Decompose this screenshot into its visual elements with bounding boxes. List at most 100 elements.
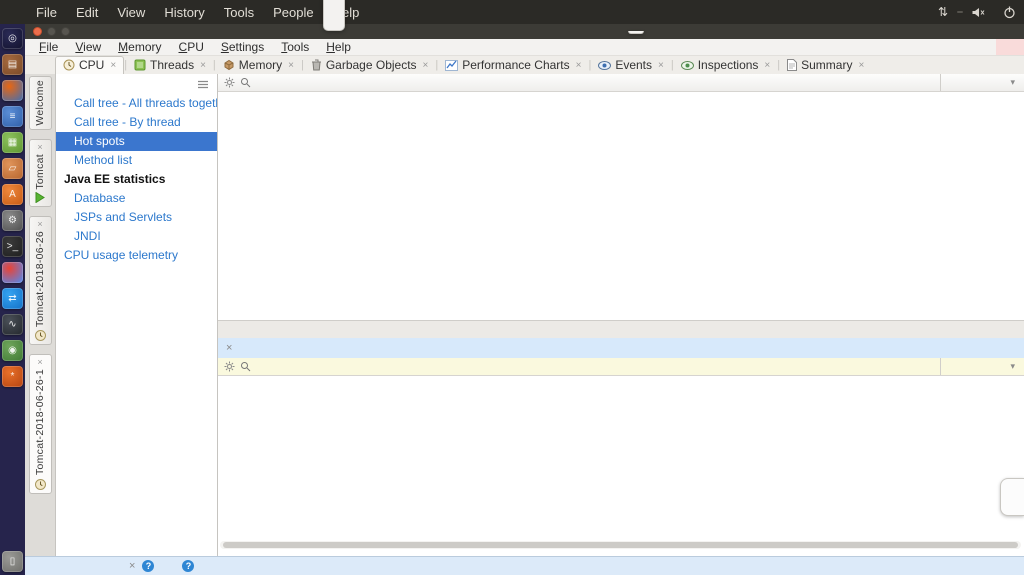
time-column-header[interactable]: ▾ [940,358,1024,375]
launcher-software-center-icon[interactable]: A [2,184,23,205]
tab-close-icon[interactable]: × [423,60,429,71]
desktop-menu-edit[interactable]: Edit [76,5,98,20]
tab-close-icon[interactable]: × [37,220,42,229]
sidebar: Call tree - All threads together Call tre… [56,74,218,556]
launcher-system-settings-icon[interactable]: ⚙ [2,210,23,231]
menu-settings[interactable]: Settings [221,40,264,54]
filter-gear-icon[interactable] [224,361,235,372]
launcher-libreoffice-calc-icon[interactable]: ▦ [2,132,23,153]
sidebar-item-database[interactable]: Database [56,189,217,208]
desktop-menu-tools[interactable]: Tools [224,5,254,20]
tab-label: Summary [801,58,853,72]
tab-performance-charts[interactable]: Performance Charts × [438,57,588,74]
menu-memory[interactable]: Memory [118,40,161,54]
yourkit-window: File View Memory CPU Settings Tools Help CPU × |… [25,24,1024,575]
window-close-button[interactable] [33,27,42,36]
hamburger-menu-icon[interactable] [197,80,209,89]
launcher-screenshot-tool-icon[interactable]: ◉ [2,340,23,361]
tab-label: Performance Charts [462,58,570,72]
menu-view[interactable]: View [75,40,101,54]
teamviewer-toolbar [323,0,345,31]
sidebar-items: Call tree - All threads together Call tre… [56,94,217,265]
session-tab-strip: Welcome × Tomcat × Tomcat-2018-06-26 × Tomcat-… [25,74,56,556]
launcher-terminal-icon[interactable]: >_ [2,236,23,257]
session-tab-tomcat[interactable]: × Tomcat [28,138,52,208]
tab-events[interactable]: Events × [591,57,671,74]
scrollbar-thumb[interactable] [223,542,1018,548]
tab-threads[interactable]: Threads × [127,57,213,74]
launcher-trash-icon[interactable]: ▯ [2,551,23,572]
session-tab-label: Tomcat-2018-06-26 [34,231,46,328]
eye-blue-tab-icon [598,60,612,70]
launcher-libreoffice-impress-icon[interactable]: ▱ [2,158,23,179]
power-icon[interactable] [1003,6,1016,19]
tab-close-icon[interactable]: × [576,60,582,71]
window-maximize-button[interactable] [61,27,70,36]
desktop-menu-history[interactable]: History [164,5,204,20]
sidebar-item-cpu-usage-telemetry[interactable]: CPU usage telemetry [56,246,217,265]
search-icon[interactable] [240,77,251,88]
tab-close-icon[interactable]: × [37,142,42,151]
teamviewer-dock[interactable] [1000,478,1024,516]
sort-desc-icon: ▾ [1010,77,1015,87]
tab-close-icon[interactable]: × [858,60,864,71]
menu-cpu[interactable]: CPU [179,40,204,54]
sidebar-item-jsps-and-servlets[interactable]: JSPs and Servlets [56,208,217,227]
launcher-dash-icon[interactable]: ◎ [2,28,23,49]
desktop-topbar: File Edit View History Tools People Help ⇅ [0,0,1024,24]
time-column-header[interactable]: ▾ [940,74,1024,91]
info-close-icon[interactable]: × [226,342,232,354]
tab-close-icon[interactable]: × [288,60,294,71]
desktop-menu-view[interactable]: View [117,5,145,20]
status-close-icon[interactable]: × [129,560,135,572]
sidebar-item-jndi[interactable]: JNDI [56,227,217,246]
tab-close-icon[interactable]: × [37,358,42,367]
tab-close-icon[interactable]: × [200,60,206,71]
speaker-muted-icon[interactable] [972,7,985,18]
desktop-menu-file[interactable]: File [36,5,57,20]
window-minimize-button[interactable] [47,27,56,36]
tab-garbage-objects[interactable]: Garbage Objects × [304,57,436,74]
session-tab-tomcat-2018-06-26[interactable]: × Tomcat-2018-06-26 [28,216,52,346]
session-tab-welcome[interactable]: Welcome [28,76,52,130]
tab-close-icon[interactable]: × [658,60,664,71]
content: Welcome × Tomcat × Tomcat-2018-06-26 × Tomcat-… [25,74,1024,556]
sidebar-item-call-tree-by-thread[interactable]: Call tree - By thread [56,113,217,132]
backtraces-rows [218,376,1024,556]
session-tab-tomcat-2018-06-26-1[interactable]: × Tomcat-2018-06-26-1 [28,354,52,494]
launcher-chromium-icon[interactable] [2,262,23,283]
sidebar-item-call-tree-all-threads-together[interactable]: Call tree - All threads together [56,94,217,113]
sidebar-item-hot-spots[interactable]: Hot spots [56,132,217,151]
app-menubar: File View Memory CPU Settings Tools Help [25,39,1024,56]
tab-label: Events [615,58,653,72]
menu-file[interactable]: File [39,40,58,54]
tab-summary[interactable]: Summary × [780,57,871,74]
tab-memory[interactable]: Memory × [216,57,301,74]
search-icon[interactable] [240,361,251,372]
tab-close-icon[interactable]: × [764,60,770,71]
filter-gear-icon[interactable] [224,77,235,88]
tab-close-icon[interactable]: × [110,60,116,71]
launcher-libreoffice-writer-icon[interactable]: ≡ [2,106,23,127]
sidebar-title-row [56,77,217,94]
desktop-menu-people[interactable]: People [273,5,313,20]
network-sync-icon[interactable]: ⇅ [938,5,948,19]
session-tab-label: Tomcat [34,153,46,190]
launcher-files-icon[interactable]: ▤ [2,54,23,75]
launcher-firefox-icon[interactable] [2,80,23,101]
desktop-menubar: File Edit View History Tools People Help [36,5,359,20]
keyboard-indicator[interactable] [957,11,963,13]
launcher-system-monitor-icon[interactable]: ∿ [2,314,23,335]
tab-inspections[interactable]: Inspections × [674,57,778,74]
hotspots-rows [218,92,1024,320]
menu-help[interactable]: Help [326,40,351,54]
tab-cpu[interactable]: CPU × [55,56,125,74]
memory-tab-icon [223,59,235,71]
launcher-teamviewer-icon[interactable]: ⇄ [2,288,23,309]
tab-label: Inspections [697,58,759,72]
launcher-shutter-icon[interactable]: * [2,366,23,387]
sidebar-item-method-list[interactable]: Method list [56,151,217,170]
hotspots-table: ▾ [218,74,1024,320]
status-bar: × ? ? [25,556,1024,575]
menu-tools[interactable]: Tools [281,40,309,54]
